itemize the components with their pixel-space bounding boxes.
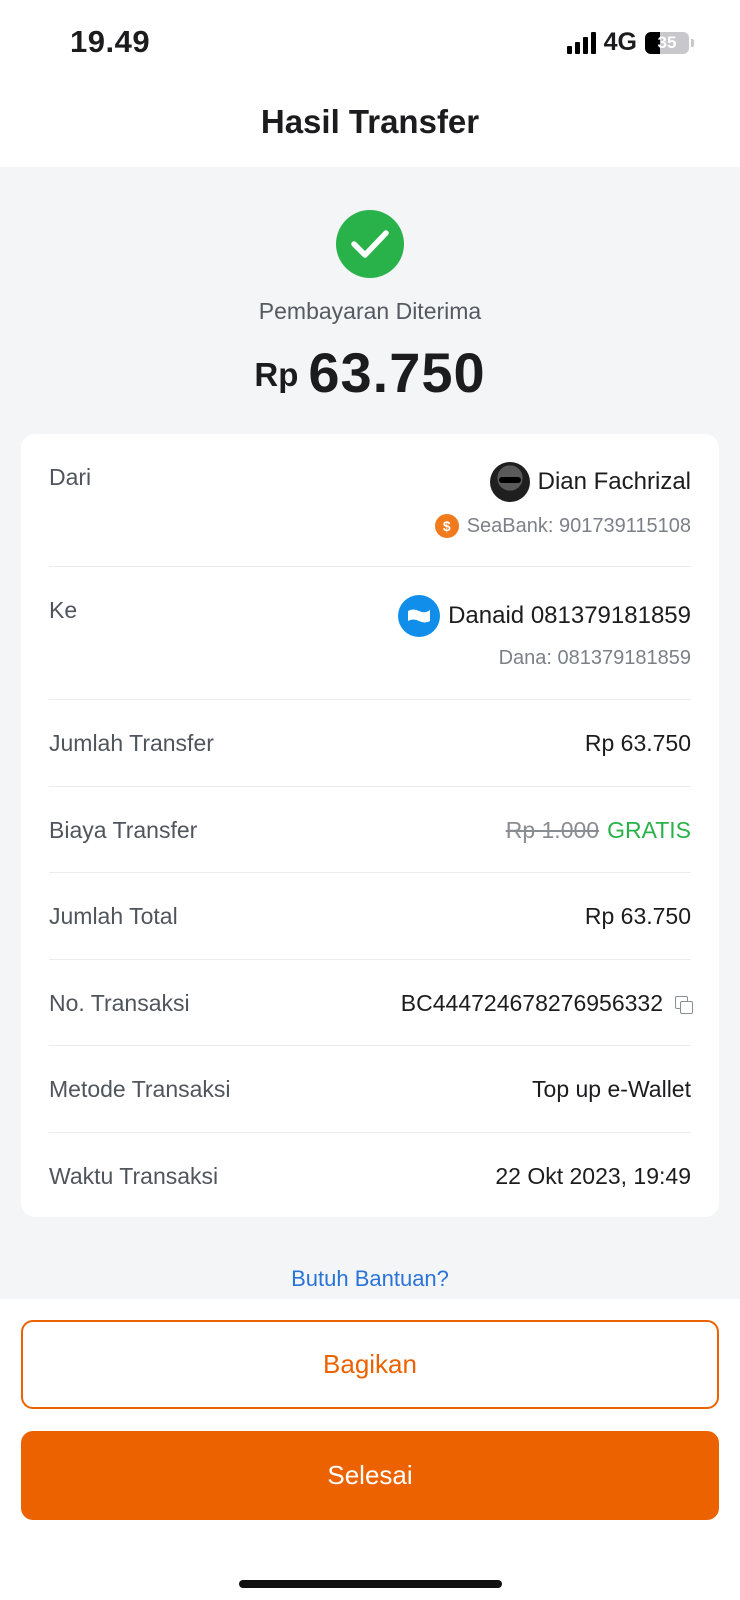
detail-row-fee: Biaya Transfer Rp 1.000 GRATIS <box>49 787 691 873</box>
method-label: Metode Transaksi <box>49 1076 231 1102</box>
battery-icon: 35 <box>645 31 689 54</box>
status-time: 19.49 <box>70 24 151 59</box>
method-value: Top up e-Wallet <box>532 1076 691 1102</box>
home-indicator[interactable] <box>239 1580 502 1588</box>
amount-detail-value: Rp 63.750 <box>584 730 691 756</box>
network-type: 4G <box>603 28 637 56</box>
recipient-name: Danaid 081379181859 <box>448 602 691 629</box>
amount-value: 63.750 <box>308 341 486 404</box>
transaction-details-card: Dari Dian Fachrizal $ SeaBank: 901739115… <box>21 434 719 1217</box>
top-bar: 19.49 4G 35 Hasil Transfer <box>0 0 740 167</box>
payment-status: Pembayaran Diterima <box>258 298 482 324</box>
fee-free-badge: GRATIS <box>607 816 691 843</box>
total-value: Rp 63.750 <box>584 903 691 929</box>
detail-row-total: Jumlah Total Rp 63.750 <box>49 873 691 960</box>
detail-row-from: Dari Dian Fachrizal $ SeaBank: 901739115… <box>49 434 691 567</box>
status-indicators: 4G 35 <box>566 28 694 57</box>
sender-avatar <box>489 462 530 502</box>
sender: Dian Fachrizal <box>489 462 691 502</box>
detail-row-transaction-no: No. Transaksi BC444724678276956332 <box>49 960 693 1046</box>
to-label: Ke <box>49 597 78 623</box>
dana-icon <box>398 595 441 637</box>
detail-row-method: Metode Transaksi Top up e-Wallet <box>49 1046 691 1133</box>
from-label: Dari <box>49 464 92 490</box>
sender-name: Dian Fachrizal <box>537 468 691 495</box>
copy-icon[interactable] <box>675 995 693 1014</box>
transaction-no-label: No. Transaksi <box>49 989 190 1016</box>
detail-row-time: Waktu Transaksi 22 Okt 2023, 19:49 <box>49 1133 691 1220</box>
transaction-no-value: BC444724678276956332 <box>400 989 663 1016</box>
recipient-account: Dana: 081379181859 <box>499 647 691 670</box>
recipient: Danaid 081379181859 <box>398 595 691 637</box>
page-title: Hasil Transfer <box>260 103 480 140</box>
done-button[interactable]: Selesai <box>21 1431 719 1520</box>
fee-label: Biaya Transfer <box>49 816 198 843</box>
time-label: Waktu Transaksi <box>49 1162 219 1189</box>
fee-value: Rp 1.000 GRATIS <box>506 817 691 844</box>
help-link[interactable]: Butuh Bantuan? <box>0 1266 740 1292</box>
time-value: 22 Okt 2023, 19:49 <box>495 1162 691 1189</box>
seabank-icon: $ <box>434 514 459 538</box>
recipient-account-number: Dana: 081379181859 <box>498 647 691 669</box>
transfer-result-screen: 19.49 4G 35 Hasil Transfer Pembayaran Di… <box>0 0 740 1600</box>
share-button[interactable]: Bagikan <box>21 1320 719 1409</box>
sender-account: $ SeaBank: 901739115108 <box>434 514 691 538</box>
success-check-icon <box>336 210 404 278</box>
transaction-no[interactable]: BC444724678276956332 <box>400 989 693 1017</box>
fee-original: Rp 1.000 <box>505 816 600 843</box>
detail-row-amount: Jumlah Transfer Rp 63.750 <box>49 700 691 787</box>
bottom-actions: Bagikan Selesai <box>0 1299 740 1600</box>
detail-row-to: Ke Danaid 081379181859 Dana: 08137918185… <box>49 567 691 700</box>
signal-icon <box>566 31 596 54</box>
amount-currency: Rp <box>254 356 299 393</box>
total-label: Jumlah Total <box>49 903 178 929</box>
battery-level: 35 <box>657 32 677 52</box>
transfer-amount: Rp 63.750 <box>0 340 740 405</box>
sender-account-number: SeaBank: 901739115108 <box>466 514 691 537</box>
amount-label: Jumlah Transfer <box>49 730 214 756</box>
battery-cap <box>691 38 694 47</box>
